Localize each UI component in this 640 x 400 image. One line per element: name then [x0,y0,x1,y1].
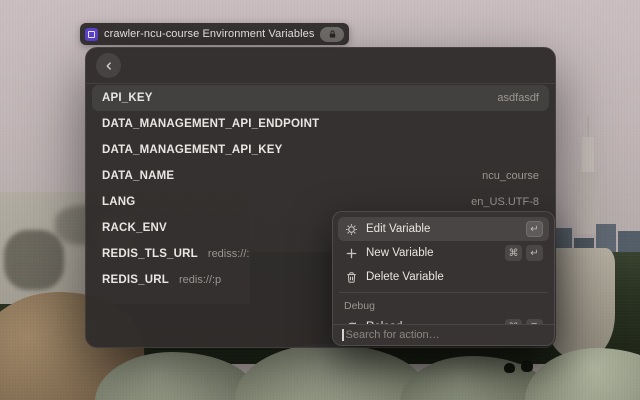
search-placeholder: Search for action… [345,329,440,341]
env-var-subtitle: rediss://: [207,248,250,260]
env-var-subtitle: redis://:p [178,274,222,286]
action-new-variable[interactable]: New Variable ⌘ ↵ [338,241,549,265]
return-key-chip: ↵ [526,245,543,261]
env-var-name: RACK_ENV [102,222,167,234]
bird-silhouette [521,360,533,372]
env-var-name: REDIS_URL [102,274,169,286]
badge-title: crawler-ncu-course Environment Variables [104,28,315,40]
bird-silhouette [504,363,515,373]
env-var-name: DATA_MANAGEMENT_API_KEY [102,144,283,156]
window-header [86,48,555,84]
env-var-value: asdfasdf [497,92,539,104]
env-var-row-data-management-api-endpoint[interactable]: DATA_MANAGEMENT_API_ENDPOINT [92,111,549,137]
graffiti-mark [4,230,64,290]
trash-icon [344,271,358,284]
action-label: Delete Variable [366,271,444,283]
env-var-value: en_US.UTF-8 [471,196,539,208]
lock-pill [320,26,345,42]
window-title-badge[interactable]: crawler-ncu-course Environment Variables [80,23,350,45]
shortcut-chips: ⌘ ↵ [505,245,543,261]
chevron-left-icon [106,61,111,70]
action-search-input[interactable]: Search for action… [333,324,554,345]
command-key-chip: ⌘ [505,245,522,261]
actions-panel: Edit Variable ↵ New Variable ⌘ ↵ Delete … [332,211,555,346]
env-var-name: DATA_MANAGEMENT_API_ENDPOINT [102,118,320,130]
action-label: Edit Variable [366,223,431,235]
action-delete-variable[interactable]: Delete Variable [338,265,549,289]
panel-divider [339,292,548,293]
shortcut-chips: ↵ [526,221,543,237]
env-var-name: REDIS_TLS_URL [102,248,198,260]
skyscraper-upper [582,137,594,177]
env-var-row-data-name[interactable]: DATA_NAME ncu_course [92,163,549,189]
extension-icon [85,27,98,41]
screen: crawler-ncu-course Environment Variables… [0,0,640,400]
env-var-name: DATA_NAME [102,170,175,182]
return-key-chip: ↵ [526,221,543,237]
lock-icon [329,29,336,38]
env-var-row-api-key[interactable]: API_KEY asdfasdf [92,85,549,111]
env-var-name: LANG [102,196,136,208]
gear-icon [344,223,358,236]
action-label: New Variable [366,247,434,259]
action-edit-variable[interactable]: Edit Variable ↵ [338,217,549,241]
text-cursor [342,329,344,341]
debug-section-label: Debug [344,300,375,312]
plus-icon [344,247,358,260]
env-var-name: API_KEY [102,92,153,104]
env-var-row-data-management-api-key[interactable]: DATA_MANAGEMENT_API_KEY [92,137,549,163]
back-button[interactable] [96,53,121,78]
env-var-value: ncu_course [482,170,539,182]
actions-panel-body: Edit Variable ↵ New Variable ⌘ ↵ Delete … [333,212,554,339]
